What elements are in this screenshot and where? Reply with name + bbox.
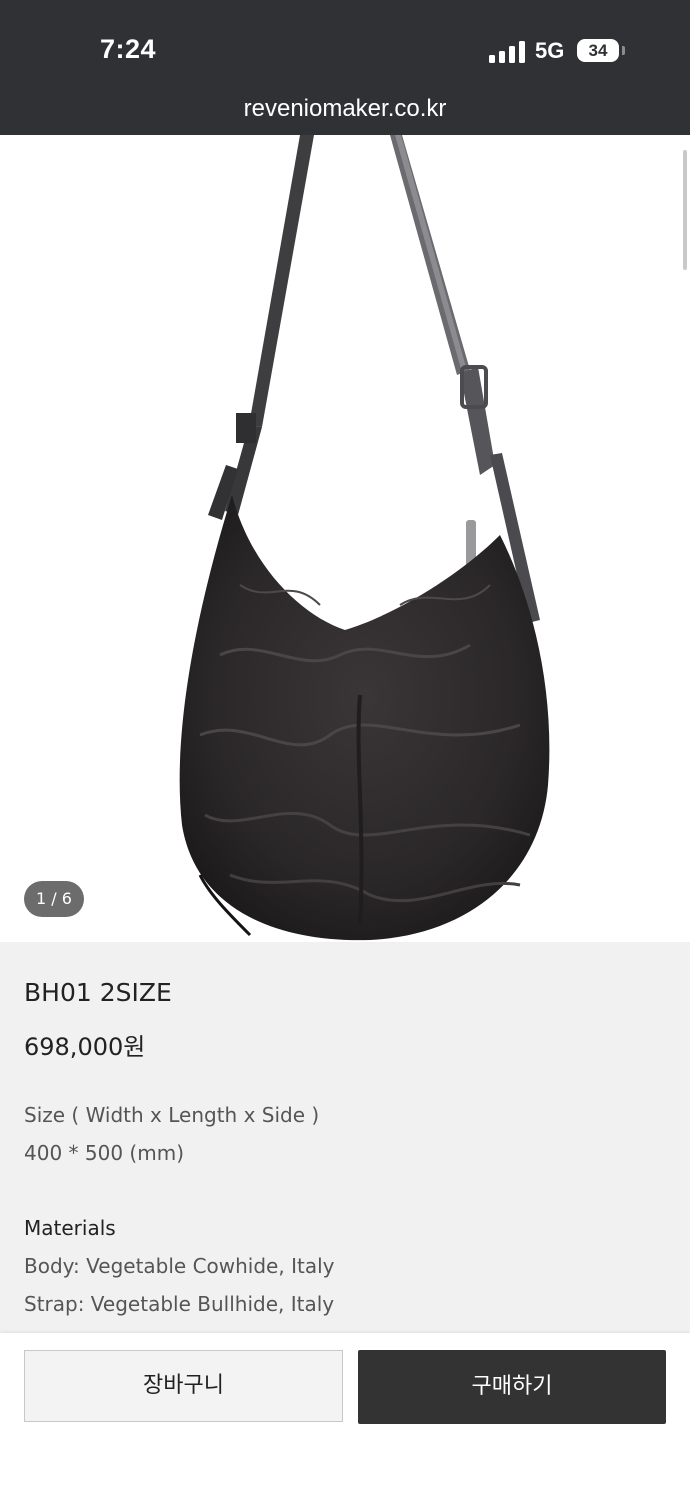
bag-illustration xyxy=(179,135,550,941)
product-title: BH01 2SIZE xyxy=(24,978,172,1007)
size-value: 400 * 500 (mm) xyxy=(24,1141,184,1165)
material-body: Body: Vegetable Cowhide, Italy xyxy=(24,1254,335,1278)
materials-heading: Materials xyxy=(24,1216,116,1240)
browser-top-bar: 7:24 5G 34 reveniomaker.co.kr xyxy=(0,0,690,135)
bottom-action-bar: 장바구니 구매하기 xyxy=(0,1333,690,1500)
status-time: 7:24 xyxy=(100,34,157,64)
add-to-cart-button[interactable]: 장바구니 xyxy=(24,1350,343,1422)
address-bar[interactable]: reveniomaker.co.kr xyxy=(0,95,690,123)
network-type: 5G xyxy=(535,38,565,63)
product-info: BH01 2SIZE 698,000원 Size ( Width x Lengt… xyxy=(0,942,690,1342)
material-strap: Strap: Vegetable Bullhide, Italy xyxy=(24,1292,335,1316)
battery-icon: 34 xyxy=(577,39,619,62)
battery-tip xyxy=(622,46,625,55)
size-label: Size ( Width x Length x Side ) xyxy=(24,1103,320,1127)
product-price: 698,000원 xyxy=(24,1033,146,1061)
signal-icon xyxy=(489,41,525,63)
buy-now-button[interactable]: 구매하기 xyxy=(358,1350,666,1424)
product-image[interactable] xyxy=(0,135,690,942)
page-scrollbar[interactable] xyxy=(683,150,687,270)
image-counter-badge: 1 / 6 xyxy=(24,881,84,917)
